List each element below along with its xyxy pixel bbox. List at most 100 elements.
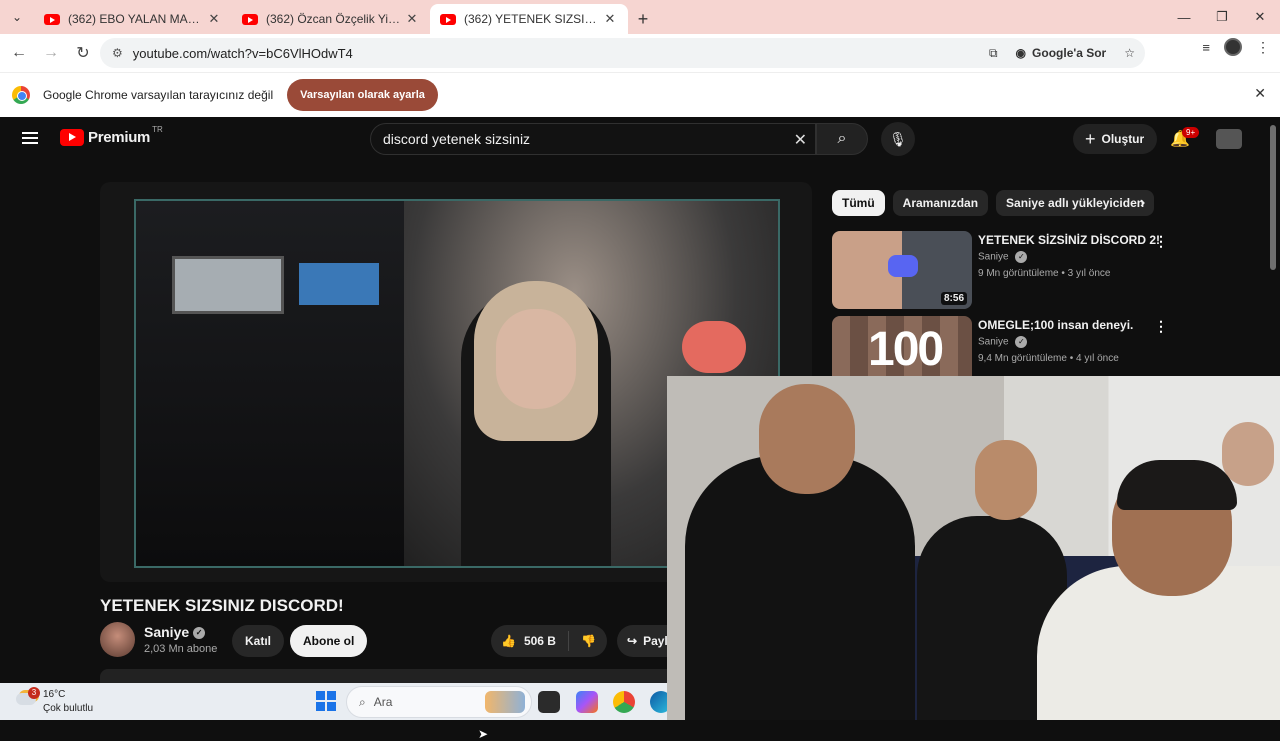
subscribe-button[interactable]: Abone ol [290,625,368,657]
video-plush-toy [682,321,746,373]
webcam-person-head [759,384,855,494]
recommendation-meta: 9,4 Mn görüntüleme • 4 yıl önce [978,353,1119,364]
video-thumbnail[interactable]: 8:56 [832,231,972,309]
notification-badge: 9+ [1182,127,1200,138]
site-info-icon[interactable]: ⚙ [112,46,123,60]
thumbs-down-icon: 👎 [581,634,596,648]
infobar-message: Google Chrome varsayılan tarayıcınız değ… [43,88,274,102]
recommendation-channel[interactable]: Saniye ✓ [978,336,1028,348]
search-highlight-image [485,691,525,713]
address-bar[interactable]: ⚙ youtube.com/watch?v=bC6VlHOdwT4 ⧉ ◉ Goo… [100,38,1145,68]
chrome-icon [12,86,30,104]
mouse-cursor-icon: ➤ [478,727,489,741]
weather-description: Çok bulutlu [43,703,94,714]
reload-button[interactable]: ↻ [68,38,98,68]
chrome-taskbar-icon[interactable] [613,691,635,713]
back-button[interactable]: ← [4,38,34,68]
tab-1[interactable]: (362) EBO YALAN MAKİNESİNDE ✕ [34,4,232,34]
plus-icon: + [1085,128,1096,149]
dislike-button[interactable]: 👎 [569,634,596,648]
thumbnail-text: 100 [868,323,944,376]
google-lens-button[interactable]: ◉ Google'a Sor [1016,46,1107,60]
youtube-favicon-icon [44,13,60,25]
search-input[interactable]: discord yetenek sizsiniz ✕ [370,123,816,155]
google-sor-label: Google'a Sor [1032,46,1107,60]
install-app-icon[interactable]: ⧉ [989,46,998,61]
clear-search-icon[interactable]: ✕ [794,130,807,150]
like-button[interactable]: 👍 506 B [491,631,569,651]
video-monitor-shape [172,256,284,314]
youtube-premium-logo[interactable]: Premium TR [60,125,163,146]
recommendation-title[interactable]: OMEGLE;100 insan deneyi. [978,318,1248,332]
video-person-face [496,309,576,409]
chip-all[interactable]: Tümü [832,190,885,216]
tab-title: (362) Özcan Özçelik Yine Güldürdü [266,12,404,26]
new-tab-button[interactable]: + [628,4,658,34]
chevron-right-icon[interactable]: › [1140,194,1145,212]
tab-title: (362) EBO YALAN MAKİNESİNDE [68,12,206,26]
recommendation-title[interactable]: YETENEK SİZSİNİZ DİSCORD 2! [978,233,1248,247]
close-tab-icon[interactable]: ✕ [206,11,222,27]
thumbs-up-icon: 👍 [501,634,516,648]
recommendation-meta: 9 Mn görüntüleme • 3 yıl önce [978,268,1111,279]
filter-chips: Tümü Aramanızdan Saniye adlı yükleyicide… [832,190,1155,216]
youtube-favicon-icon [242,13,258,25]
recommendation-item[interactable]: 8:56 YETENEK SİZSİNİZ DİSCORD 2! Saniye … [832,231,1272,309]
create-label: Oluştur [1101,132,1145,146]
temperature: 16°C [43,689,66,700]
copilot-icon[interactable] [576,691,598,713]
bookmark-star-icon[interactable]: ☆ [1124,46,1135,60]
profile-avatar[interactable] [1224,38,1242,56]
channel-text: Saniye [978,251,1009,263]
webcam-person-head [975,440,1037,520]
create-button[interactable]: + Oluştur [1073,124,1157,154]
chevron-down-icon: ⌄ [11,10,23,24]
webcam-person-head [1222,422,1274,486]
taskbar-search[interactable]: ⌕ Ara [346,686,532,718]
set-default-button[interactable]: Varsayılan olarak ayarla [287,79,438,111]
close-icon[interactable]: ✕ [1254,85,1266,102]
toolbar: ← → ↻ ⚙ youtube.com/watch?v=bC6VlHOdwT4 … [0,34,1280,72]
channel-avatar[interactable] [100,622,135,657]
webcam-person-body [685,456,915,720]
default-browser-infobar: Google Chrome varsayılan tarayıcınız değ… [0,72,1280,117]
menu-dots-icon[interactable]: ⋮ [1256,39,1270,56]
tab-2[interactable]: (362) Özcan Özçelik Yine Güldürdü ✕ [232,4,430,34]
menu-icon[interactable] [22,132,38,144]
account-avatar[interactable] [1216,129,1242,149]
tab-3-active[interactable]: (362) YETENEK SIZSINIZ DISCORD ✕ [430,4,628,34]
tab-search-button[interactable]: ⌄ [0,0,34,34]
logo-text: Premium [88,129,151,146]
more-options-icon[interactable]: ⋮ [1154,318,1168,335]
close-tab-icon[interactable]: ✕ [602,11,618,27]
chip-from-uploader[interactable]: Saniye adlı yükleyiciden [996,190,1155,216]
description-box[interactable] [100,669,680,683]
mic-icon: 🎙 [889,130,907,147]
tab-title: (362) YETENEK SIZSINIZ DISCORD [464,12,602,26]
voice-search-button[interactable]: 🎙 [881,122,915,156]
url-text: youtube.com/watch?v=bC6VlHOdwT4 [132,45,353,61]
more-options-icon[interactable]: ⋮ [1154,233,1168,250]
search-icon: ⌕ [837,130,847,147]
page-scrollbar[interactable] [1270,125,1276,270]
search-button[interactable]: ⌕ [816,123,868,155]
chip-from-search[interactable]: Aramanızdan [892,190,989,216]
restore-button[interactable]: ❐ [1202,0,1242,34]
search-value: discord yetenek sizsiniz [383,131,531,147]
media-controls-icon[interactable]: ≡ [1202,40,1210,55]
minimize-button[interactable]: — [1164,0,1204,34]
video-duration: 8:56 [940,292,967,305]
close-tab-icon[interactable]: ✕ [404,11,420,27]
weather-widget[interactable]: 3 16°C Çok bulutlu [14,687,114,717]
forward-button[interactable]: → [36,38,66,68]
webcam-overlay [667,376,1280,720]
video-monitor-shape [299,263,379,305]
start-button[interactable] [316,691,336,711]
channel-name[interactable]: Saniye ✓ [144,624,206,640]
weather-badge: 3 [28,687,40,699]
join-button[interactable]: Katıl [232,625,285,657]
webcam-person-hair [1117,460,1237,510]
task-view-icon[interactable] [538,691,560,713]
recommendation-channel[interactable]: Saniye ✓ [978,251,1028,263]
close-window-button[interactable]: ✕ [1240,0,1280,34]
